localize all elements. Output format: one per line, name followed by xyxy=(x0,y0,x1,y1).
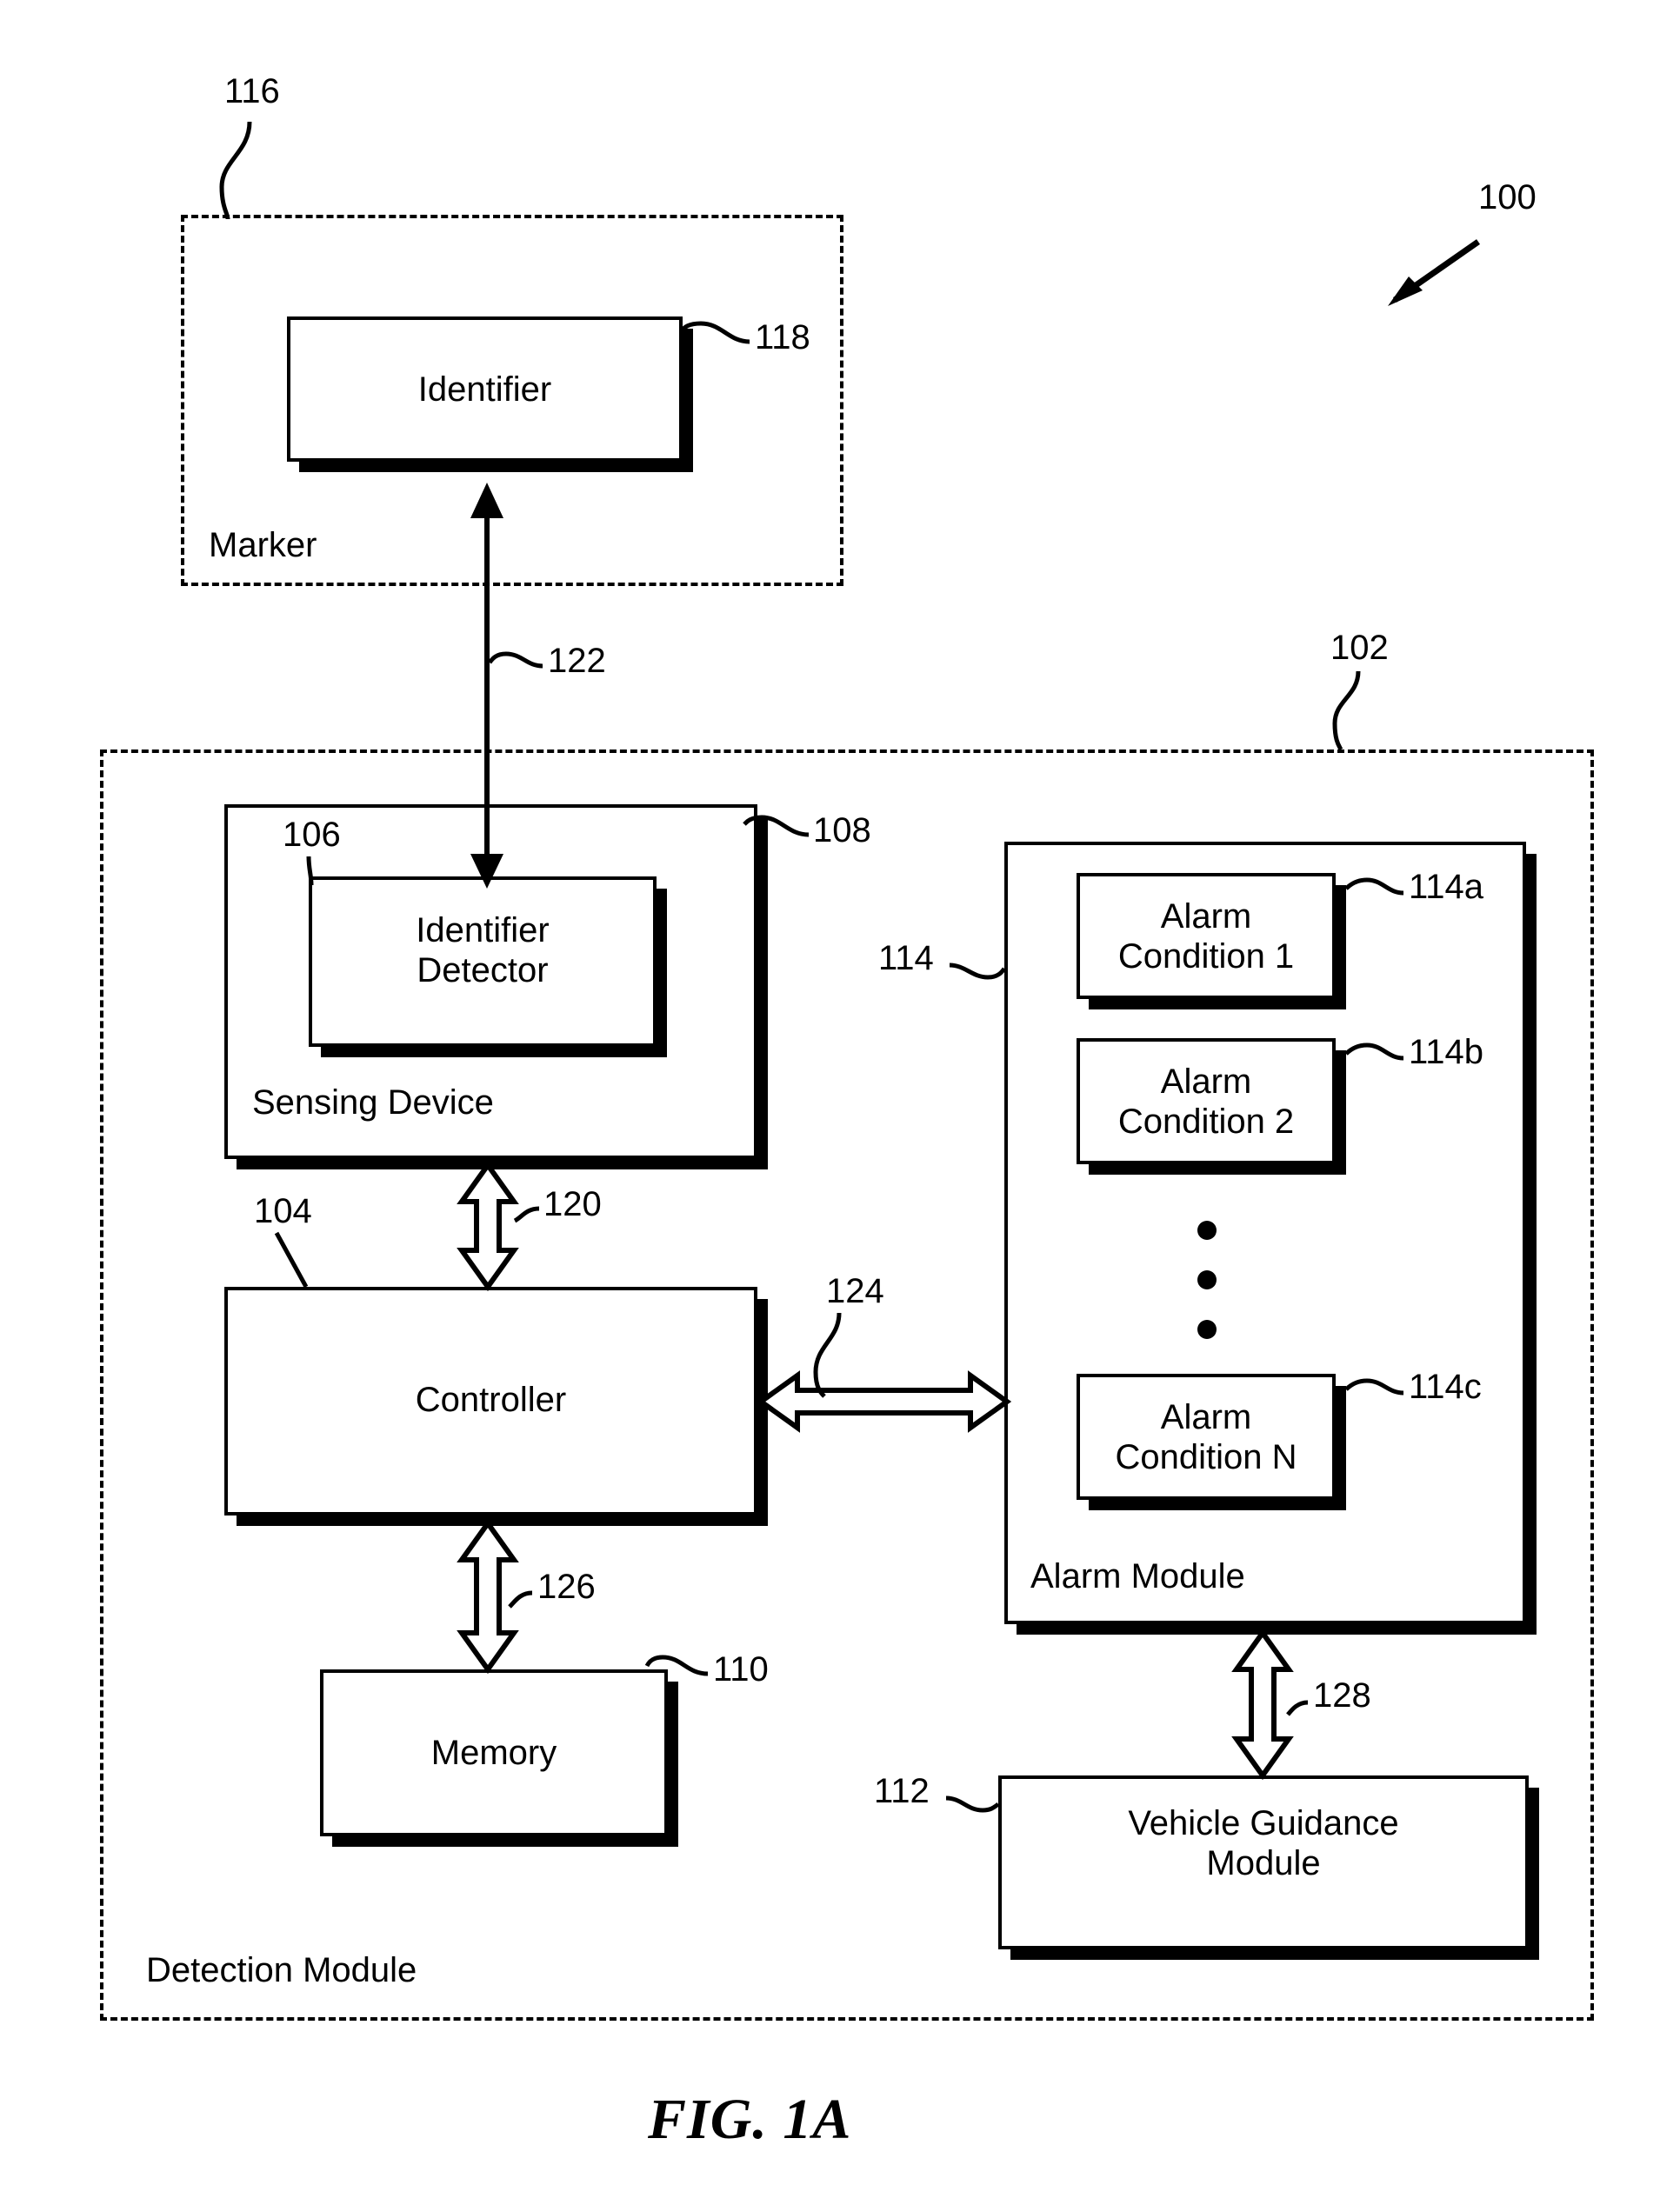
ellipsis-dot-2 xyxy=(1197,1270,1217,1289)
ref-114b: 114b xyxy=(1409,1033,1484,1071)
controller-label: Controller xyxy=(415,1381,567,1419)
alarm-condition-2-label: Alarm Condition 2 xyxy=(1117,1063,1295,1141)
ref-116: 116 xyxy=(224,72,280,110)
ref-126: 126 xyxy=(537,1568,596,1606)
detection-module-label: Detection Module xyxy=(146,1951,417,1989)
alarm-condition-1-label: Alarm Condition 1 xyxy=(1117,897,1295,976)
alarm-condition-n-label: Alarm Condition N xyxy=(1115,1398,1297,1476)
ref-114a: 114a xyxy=(1409,868,1484,906)
ref-112: 112 xyxy=(874,1772,930,1810)
ref-100: 100 xyxy=(1478,178,1537,217)
ref-108: 108 xyxy=(813,811,871,849)
alarm-module-label: Alarm Module xyxy=(1030,1557,1245,1595)
ref-106: 106 xyxy=(283,816,341,854)
ref-128: 128 xyxy=(1313,1676,1371,1715)
sensing-device-label: Sensing Device xyxy=(252,1083,494,1122)
ref-114c: 114c xyxy=(1409,1368,1482,1406)
memory-label: Memory xyxy=(430,1734,557,1772)
ref-120: 120 xyxy=(543,1185,602,1223)
ref-124: 124 xyxy=(826,1272,884,1310)
identifier-detector-label: Identifier Detector xyxy=(416,911,550,989)
ref-122: 122 xyxy=(548,642,606,680)
ellipsis-dot-3 xyxy=(1197,1320,1217,1339)
ref-118: 118 xyxy=(755,318,810,356)
identifier-label: Identifier xyxy=(417,370,552,409)
ref-104: 104 xyxy=(254,1192,312,1230)
marker-label: Marker xyxy=(209,526,317,564)
ref-102: 102 xyxy=(1330,629,1389,667)
ellipsis-dot-1 xyxy=(1197,1221,1217,1240)
vehicle-guidance-module-label: Vehicle Guidance Module xyxy=(1128,1804,1399,1882)
figure-canvas: 116 Marker Identifier 118 100 102 Detect… xyxy=(0,0,1680,2205)
ref-114: 114 xyxy=(878,939,934,977)
ref-110: 110 xyxy=(713,1650,769,1689)
figure-title: FIG. 1A xyxy=(648,2088,852,2151)
